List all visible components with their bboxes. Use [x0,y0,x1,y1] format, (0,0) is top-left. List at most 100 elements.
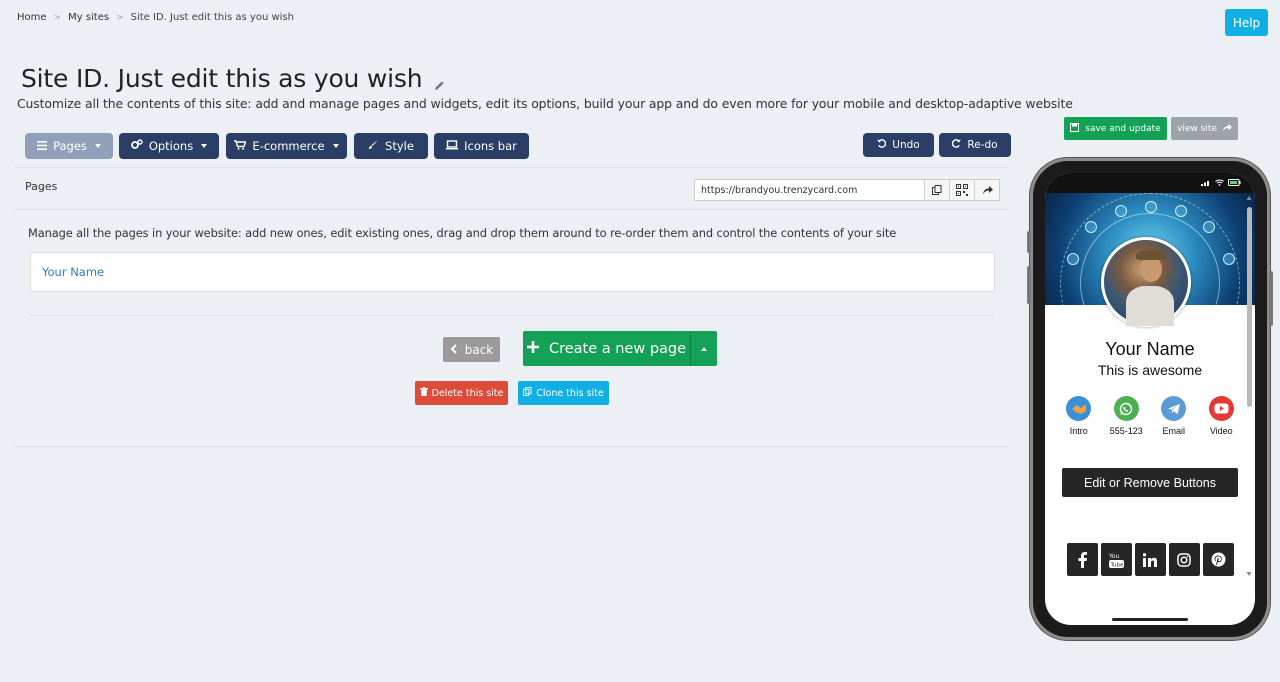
contact-email[interactable]: Email [1152,396,1196,436]
delete-site-button[interactable]: Delete this site [415,381,508,405]
save-and-update-label: save and update [1085,123,1161,134]
back-label: back [464,342,494,357]
instagram-icon[interactable] [1168,543,1200,576]
phone-side-button [1027,266,1031,304]
avatar-hat [1136,250,1166,260]
breadcrumb-my-sites[interactable]: My sites [68,12,109,23]
phone-scrollbar[interactable] [1246,195,1252,576]
ecommerce-menu-label: E-commerce [252,139,325,153]
contact-intro[interactable]: Intro [1057,396,1101,436]
caret-down-icon [332,144,339,148]
clone-site-label: Clone this site [536,387,604,399]
copy-icon [523,387,532,399]
delete-site-label: Delete this site [431,387,504,399]
home-indicator [1112,618,1188,621]
undo-label: Undo [892,139,920,151]
qr-code-icon[interactable] [949,180,974,200]
pages-menu-label: Pages [53,139,87,153]
caret-down-icon [94,144,101,148]
svg-text:Tube: Tube [1109,563,1124,569]
icons-bar-label: Icons bar [464,139,517,153]
linkedin-icon[interactable] [1134,543,1166,576]
pages-menu-button[interactable]: Pages [25,133,113,159]
phone-side-button [1027,231,1031,253]
phone-screen[interactable]: Your Name This is awesome Intro 555-123 … [1045,173,1255,625]
tech-node-icon [1115,205,1127,217]
options-menu-label: Options [148,139,194,153]
copy-icon[interactable] [924,180,949,200]
redo-button[interactable]: Re-do [939,133,1011,157]
breadcrumb-current: Site ID. Just edit this as you wish [130,12,294,23]
breadcrumb-home[interactable]: Home [17,12,47,23]
icons-bar-button[interactable]: Icons bar [434,133,529,159]
divider [15,446,1008,447]
contact-label: Video [1209,426,1233,436]
facebook-icon[interactable] [1066,543,1098,576]
create-page-label: Create a new page [548,340,687,357]
site-url-box [694,179,1000,201]
style-label: Style [385,139,414,153]
redo-icon [952,139,962,151]
contact-label: 555-123 [1109,426,1143,436]
svg-text:You: You [1109,553,1120,560]
redo-label: Re-do [967,139,998,151]
contact-label: Intro [1069,426,1088,436]
create-page-dropdown-toggle[interactable] [691,331,717,366]
contact-icons-row: Intro 555-123 Email Video [1045,396,1255,436]
style-button[interactable]: Style [354,133,428,159]
floppy-icon [1070,122,1080,135]
wifi-icon [1215,179,1224,188]
contact-video[interactable]: Video [1199,396,1243,436]
contact-whatsapp[interactable]: 555-123 [1104,396,1148,436]
youtube-icon[interactable]: You Tube [1100,543,1132,576]
view-site-label: view site [1177,123,1217,134]
divider [15,209,1008,210]
intro-icon [1066,396,1092,421]
divider [30,315,993,316]
breadcrumb: Home > My sites > Site ID. Just edit thi… [17,12,294,23]
breadcrumb-separator: > [53,12,62,23]
youtube-icon [1208,396,1234,421]
save-and-update-button[interactable]: save and update [1064,117,1167,140]
list-icon [37,139,48,153]
profile-name: Your Name [1105,339,1195,359]
section-description: Manage all the pages in your website: ad… [28,226,897,240]
gears-icon [130,139,143,153]
clone-site-button[interactable]: Clone this site [518,381,609,405]
pinterest-icon[interactable] [1202,543,1234,576]
plus-icon [526,340,539,357]
tech-node-icon [1175,205,1187,217]
tech-node-icon [1067,253,1079,265]
page-title: Site ID. Just edit this as you wish [21,64,423,93]
ecommerce-menu-button[interactable]: E-commerce [226,133,347,159]
help-button[interactable]: Help [1225,9,1268,36]
telegram-icon [1161,396,1187,421]
share-icon[interactable] [974,180,999,200]
phone-preview: Your Name This is awesome Intro 555-123 … [1027,158,1273,640]
tech-node-icon [1085,221,1097,233]
page-subtitle: Customize all the contents of this site:… [17,96,1073,111]
create-page-button-group: Create a new page [523,331,717,366]
page-list-item[interactable]: Your Name [30,252,995,292]
undo-icon [877,139,887,151]
options-menu-button[interactable]: Options [119,133,219,159]
tech-node-icon [1203,221,1215,233]
share-icon [1222,123,1232,135]
avatar [1101,237,1191,327]
tech-node-icon [1223,253,1235,265]
contact-label: Email [1162,426,1185,436]
back-button[interactable]: back [443,337,500,362]
scroll-thumb[interactable] [1247,207,1252,407]
create-page-button[interactable]: Create a new page [523,331,691,366]
undo-button[interactable]: Undo [863,133,934,157]
caret-down-icon [701,346,707,351]
caret-down-icon [201,144,208,148]
trash-icon [419,387,428,399]
view-site-button[interactable]: view site [1171,117,1238,140]
section-title: Pages [25,180,58,193]
site-url-field[interactable] [695,180,924,200]
pencil-icon[interactable] [434,68,445,97]
edit-or-remove-buttons-button[interactable]: Edit or Remove Buttons [1062,468,1238,497]
page-title-row: Site ID. Just edit this as you wish [21,60,445,97]
phone-notch [1103,173,1197,191]
